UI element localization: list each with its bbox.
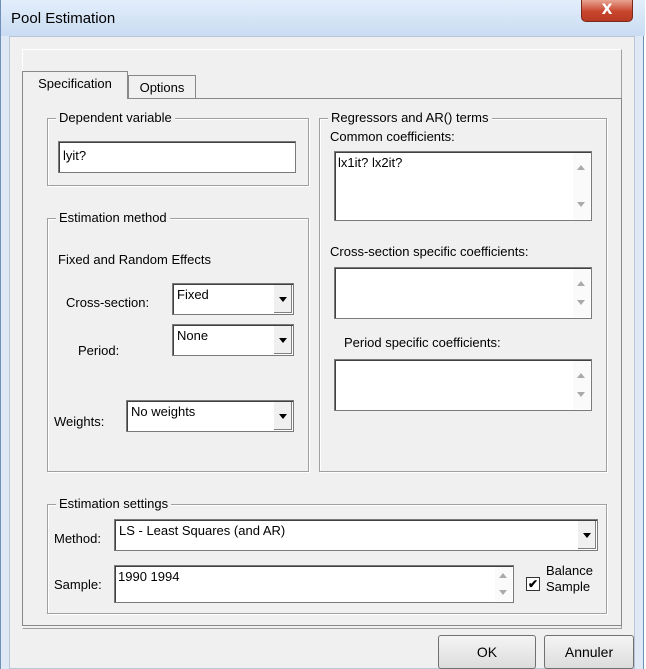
scroll-up-icon[interactable] [577, 165, 585, 170]
cross-section-coefficients-input[interactable] [334, 267, 592, 319]
scroll-up-icon[interactable] [577, 281, 585, 286]
common-coefficients-label: Common coefficients: [330, 129, 455, 144]
common-coefficients-value: lx1it? lx2it? [338, 155, 403, 170]
close-button[interactable]: X [581, 0, 633, 22]
scroll-down-icon[interactable] [499, 590, 507, 595]
vertical-scrollbar[interactable] [495, 567, 512, 601]
chevron-down-icon[interactable] [273, 285, 292, 313]
dependent-variable-label: Dependent variable [56, 110, 175, 126]
window-title: Pool Estimation [11, 10, 116, 27]
cancel-button[interactable]: Annuler [544, 635, 634, 669]
weights-label: Weights: [54, 414, 105, 429]
dependent-variable-group: Dependent variable lyit? [47, 110, 309, 186]
chevron-down-icon[interactable] [273, 402, 292, 430]
effects-label: Fixed and Random Effects [58, 252, 211, 267]
cross-section-value: Fixed [177, 287, 209, 302]
balance-sample-checkbox[interactable]: ✔ [526, 577, 540, 591]
specification-page: Dependent variable lyit? Estimation meth… [22, 98, 622, 626]
estimation-settings-label: Estimation settings [56, 496, 172, 512]
period-select[interactable]: None [172, 324, 294, 356]
method-select[interactable]: LS - Least Squares (and AR) [114, 519, 598, 551]
period-coefficients-input[interactable] [334, 359, 592, 411]
close-icon: X [601, 2, 613, 18]
cross-section-coefficients-label: Cross-section specific coefficients: [330, 244, 529, 259]
method-value: LS - Least Squares (and AR) [119, 523, 286, 538]
weights-value: No weights [131, 404, 196, 419]
method-label: Method: [54, 531, 101, 546]
period-label: Period: [78, 343, 120, 358]
vertical-scrollbar[interactable] [573, 269, 590, 317]
weights-select[interactable]: No weights [126, 400, 294, 432]
vertical-scrollbar[interactable] [573, 153, 590, 219]
ok-button[interactable]: OK [438, 635, 536, 669]
cross-section-select[interactable]: Fixed [172, 283, 294, 315]
scroll-down-icon[interactable] [577, 300, 585, 305]
vertical-scrollbar[interactable] [573, 361, 590, 409]
period-coefficients-label: Period specific coefficients: [344, 335, 501, 350]
scroll-down-icon[interactable] [577, 392, 585, 397]
common-coefficients-input[interactable]: lx1it? lx2it? [334, 151, 592, 221]
sample-value: 1990 1994 [118, 569, 180, 584]
sample-label: Sample: [54, 577, 102, 592]
scroll-up-icon[interactable] [499, 573, 507, 578]
cross-section-label: Cross-section: [66, 295, 150, 310]
scroll-up-icon[interactable] [577, 373, 585, 378]
dialog-client-area: Specification Options Dependent variable… [9, 36, 635, 669]
check-icon: ✔ [527, 577, 539, 591]
balance-label: Balance [546, 563, 593, 578]
pool-estimation-dialog: Pool Estimation X Specification Options … [0, 0, 645, 669]
chevron-down-icon[interactable] [577, 521, 596, 549]
tab-specification[interactable]: Specification [22, 71, 128, 99]
estimation-settings-group: Estimation settings Method: LS - Least S… [47, 496, 607, 614]
regressors-group: Regressors and AR() terms Common coeffic… [319, 110, 607, 472]
chevron-down-icon[interactable] [273, 326, 292, 354]
scroll-down-icon[interactable] [577, 202, 585, 207]
title-bar: Pool Estimation X [1, 0, 645, 36]
regressors-label: Regressors and AR() terms [328, 110, 492, 126]
period-value: None [177, 328, 209, 343]
estimation-method-label: Estimation method [56, 210, 170, 226]
sample-input[interactable]: 1990 1994 [114, 565, 514, 603]
sample-checkbox-label: Sample [546, 579, 591, 594]
dependent-variable-input[interactable]: lyit? [58, 141, 296, 173]
estimation-method-group: Estimation method Fixed and Random Effec… [47, 210, 309, 472]
